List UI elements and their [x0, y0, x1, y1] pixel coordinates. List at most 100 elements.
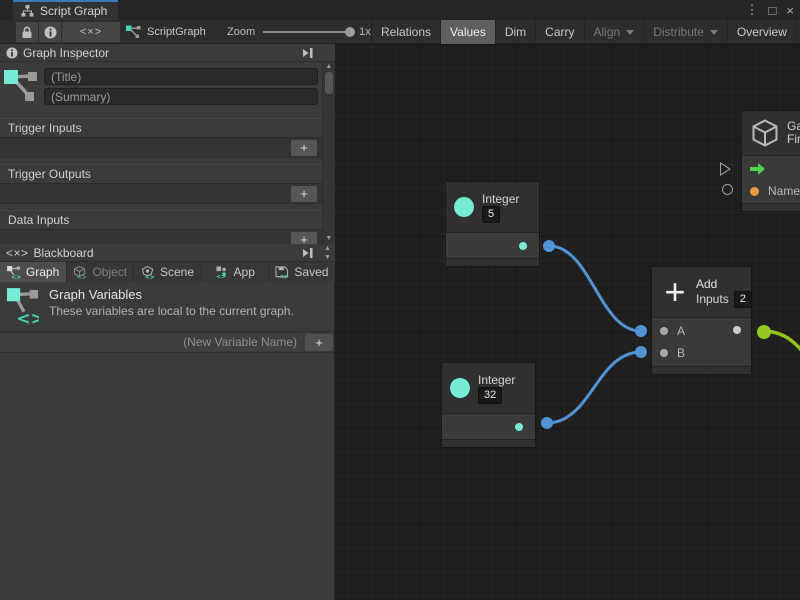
node-add[interactable]: + Add Inputs 2 A B [651, 266, 752, 375]
overview-button[interactable]: Overview [727, 20, 796, 44]
integer-value-field[interactable]: 5 [482, 206, 500, 223]
scrollbar-thumb[interactable] [325, 72, 333, 94]
graph-variables-icon: <> [7, 287, 39, 325]
scene-variables-icon: <> [141, 266, 155, 279]
script-graph-icon [126, 25, 141, 39]
tab-scene-variables[interactable]: <> Scene [134, 262, 201, 282]
add-operator-icon: + [660, 279, 690, 305]
tab-app-variables[interactable]: <> App [202, 262, 269, 282]
tab-saved-variables[interactable]: <> Saved [269, 262, 335, 282]
graph-breadcrumb: ScriptGraph [126, 20, 206, 44]
inspector-scrollbar[interactable]: ▲ ▼ [322, 62, 335, 244]
graph-inspector-panel: Graph Inspector [0, 44, 335, 244]
values-button[interactable]: Values [440, 20, 495, 44]
game-object-cube-icon [750, 118, 780, 148]
tab-title: Script Graph [40, 4, 107, 18]
toolbar-buttons: Relations Values Dim Carry Align Distrib… [371, 20, 800, 44]
node-subtitle: Game [787, 119, 800, 133]
code-icon: <×> [80, 26, 102, 38]
scroll-up-icon[interactable]: ▲ [323, 62, 335, 71]
tab-graph-variables[interactable]: <> Graph [0, 262, 67, 282]
node-integer-5[interactable]: Integer 5 [445, 181, 540, 267]
node-find[interactable]: Game Find Name [741, 110, 800, 212]
panel-title: Graph Inspector [23, 46, 109, 60]
node-footer [652, 366, 751, 374]
integer-output-port[interactable] [515, 423, 523, 431]
node-title: Integer [478, 373, 515, 387]
port-b-label: B [677, 346, 685, 360]
new-variable-row: + [0, 331, 335, 352]
floating-value-port-icon[interactable] [722, 184, 733, 195]
inspector-toggle-button[interactable] [39, 22, 61, 42]
trigger-outputs-list: + [0, 183, 322, 204]
scroll-down-icon[interactable]: ▼ [321, 253, 334, 262]
window-controls: ⋮ □ × [746, 0, 794, 20]
carry-button[interactable]: Carry [535, 20, 583, 44]
svg-text:<>: <> [215, 273, 225, 278]
tab-object-variables[interactable]: <> Object [67, 262, 134, 282]
full-screen-button[interactable]: Full Screen [796, 20, 800, 44]
scroll-down-icon[interactable]: ▼ [323, 234, 335, 243]
integer-value-field[interactable]: 32 [478, 387, 502, 404]
distribute-button[interactable]: Distribute [643, 20, 727, 44]
svg-text:<>: <> [16, 308, 39, 325]
graph-canvas[interactable]: Integer 5 Integer 32 + Add [335, 44, 800, 600]
variables-scope-description: These variables are local to the current… [49, 304, 294, 318]
tab-script-graph[interactable]: Script Graph [13, 0, 118, 20]
graph-node-icon [4, 68, 38, 108]
align-button[interactable]: Align [584, 20, 644, 44]
maximize-icon[interactable]: □ [769, 3, 777, 18]
add-trigger-input-button[interactable]: + [291, 140, 317, 156]
floating-trigger-port-icon[interactable] [720, 162, 731, 176]
trigger-input-port-icon[interactable] [750, 163, 765, 175]
variables-icon: <×> [6, 246, 29, 260]
scroll-up-icon[interactable]: ▲ [321, 244, 334, 253]
add-variable-button[interactable]: + [305, 334, 333, 351]
menu-icon[interactable]: ⋮ [746, 2, 759, 18]
svg-text:<>: <> [77, 274, 87, 279]
dock-panel-icon[interactable] [301, 248, 313, 258]
integer-type-icon [450, 378, 470, 398]
dim-button[interactable]: Dim [495, 20, 535, 44]
sidebar: Graph Inspector [0, 44, 335, 600]
svg-text:<>: <> [11, 273, 21, 279]
zoom-slider[interactable] [263, 31, 351, 33]
node-title: Add [696, 277, 717, 291]
hierarchy-icon [21, 5, 34, 17]
svg-text:<>: <> [279, 273, 289, 278]
node-integer-32[interactable]: Integer 32 [441, 362, 536, 448]
lock-button[interactable] [16, 22, 38, 42]
name-input-port[interactable] [750, 187, 759, 196]
blackboard-header: <×> Blackboard ▲ ▼ [0, 244, 335, 262]
graph-toolbar: <×> ScriptGraph Zoom 1x Relations Values… [0, 20, 800, 44]
variables-scope-title: Graph Variables [49, 287, 294, 302]
graph-summary-field[interactable] [44, 88, 318, 105]
zoom-slider-handle[interactable] [345, 27, 355, 37]
trigger-inputs-list: + [0, 137, 322, 158]
app-variables-icon: <> [215, 266, 229, 279]
chevron-down-icon [710, 30, 718, 35]
new-variable-name-input[interactable] [0, 334, 303, 351]
integer-output-port[interactable] [519, 242, 527, 250]
add-output-port[interactable] [733, 326, 741, 334]
blackboard-scrollbar[interactable]: ▲ ▼ [321, 244, 334, 262]
lock-icon [21, 26, 33, 39]
port-a-label: A [677, 324, 685, 338]
inputs-label: Inputs [696, 292, 729, 306]
graph-title-field[interactable] [44, 68, 318, 85]
zoom-value: 1x [359, 26, 371, 38]
close-icon[interactable]: × [786, 3, 794, 18]
inputs-count-field[interactable]: 2 [734, 291, 752, 308]
node-title: Find [787, 132, 800, 146]
dock-panel-icon[interactable] [301, 48, 313, 58]
integer-type-icon [454, 197, 474, 217]
code-view-button[interactable]: <×> [62, 22, 120, 42]
relations-button[interactable]: Relations [371, 20, 440, 44]
input-port-b[interactable] [660, 349, 668, 357]
saved-variables-icon: <> [275, 266, 289, 279]
input-port-a[interactable] [660, 327, 668, 335]
zoom-label: Zoom [227, 26, 255, 38]
add-trigger-output-button[interactable]: + [291, 186, 317, 202]
panel-title: Blackboard [34, 246, 94, 260]
blackboard-panel: <×> Blackboard ▲ ▼ <> Graph [0, 244, 335, 352]
